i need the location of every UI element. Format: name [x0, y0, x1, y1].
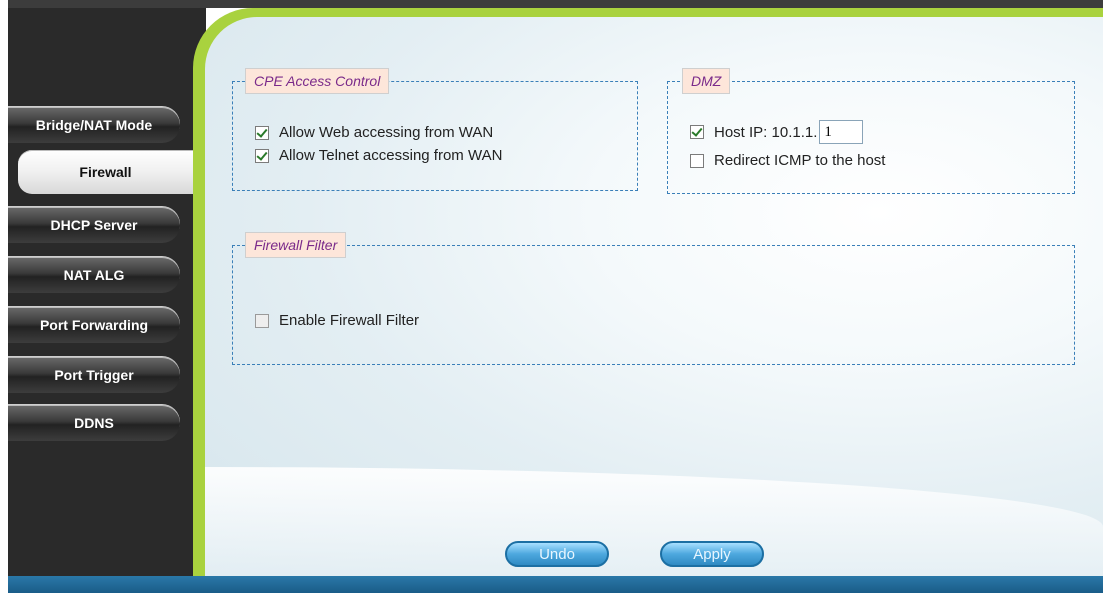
allow-telnet-label: Allow Telnet accessing from WAN [279, 147, 503, 164]
allow-web-row: Allow Web accessing from WAN [255, 124, 493, 141]
allow-web-label: Allow Web accessing from WAN [279, 124, 494, 141]
top-bar [8, 0, 1103, 8]
allow-telnet-row: Allow Telnet accessing from WAN [255, 147, 502, 164]
enable-firewall-filter-row: Enable Firewall Filter [255, 312, 419, 329]
sidebar-item-label: NAT ALG [63, 267, 125, 283]
sidebar-item-ddns[interactable]: DDNS [8, 404, 180, 441]
enable-firewall-filter-checkbox[interactable] [255, 313, 269, 328]
sidebar-item-label: DHCP Server [50, 217, 138, 233]
redirect-icmp-label: Redirect ICMP to the host [714, 152, 886, 169]
sidebar-item-firewall[interactable]: Firewall [18, 150, 193, 194]
firewall-filter-group: Firewall Filter Enable Firewall Filter [232, 232, 1075, 365]
sidebar-item-label: Port Trigger [54, 367, 134, 383]
sidebar-item-port-forwarding[interactable]: Port Forwarding [8, 306, 180, 343]
allow-telnet-checkbox[interactable] [255, 148, 269, 163]
dmz-group: DMZ Host IP: 10.1.1. Redirect ICMP to th… [667, 68, 1075, 194]
firewall-filter-title: Firewall Filter [245, 232, 347, 258]
sidebar-item-nat-alg[interactable]: NAT ALG [8, 256, 180, 293]
host-ip-checkbox[interactable] [690, 125, 704, 139]
host-ip-label: Host IP: 10.1.1. [714, 123, 818, 141]
apply-button[interactable]: Apply [660, 541, 764, 567]
router-config-frame: Bridge/NAT Mode Firewall DHCP Server NAT… [8, 0, 1103, 593]
allow-web-checkbox[interactable] [255, 125, 269, 140]
host-ip-row: Host IP: 10.1.1. [690, 120, 864, 144]
bottom-bar [8, 576, 1103, 593]
sidebar-item-label: DDNS [74, 415, 114, 431]
sidebar-item-bridge-nat-mode[interactable]: Bridge/NAT Mode [8, 106, 180, 143]
sidebar-item-label: Firewall [79, 164, 132, 180]
undo-button[interactable]: Undo [505, 541, 609, 567]
sidebar-item-port-trigger[interactable]: Port Trigger [8, 356, 180, 393]
sidebar-item-label: Bridge/NAT Mode [35, 117, 153, 133]
redirect-icmp-row: Redirect ICMP to the host [690, 152, 885, 169]
decorative-wave [205, 467, 1103, 576]
sidebar-item-dhcp-server[interactable]: DHCP Server [8, 206, 180, 243]
cpe-access-control-group: CPE Access Control Allow Web accessing f… [232, 68, 638, 191]
enable-firewall-filter-label: Enable Firewall Filter [279, 312, 420, 329]
redirect-icmp-checkbox[interactable] [690, 153, 704, 168]
dmz-title: DMZ [682, 68, 731, 94]
main-content: CPE Access Control Allow Web accessing f… [205, 17, 1103, 576]
cpe-access-control-title: CPE Access Control [245, 68, 390, 94]
sidebar-item-label: Port Forwarding [39, 317, 149, 333]
host-ip-last-octet-input[interactable] [819, 120, 864, 144]
